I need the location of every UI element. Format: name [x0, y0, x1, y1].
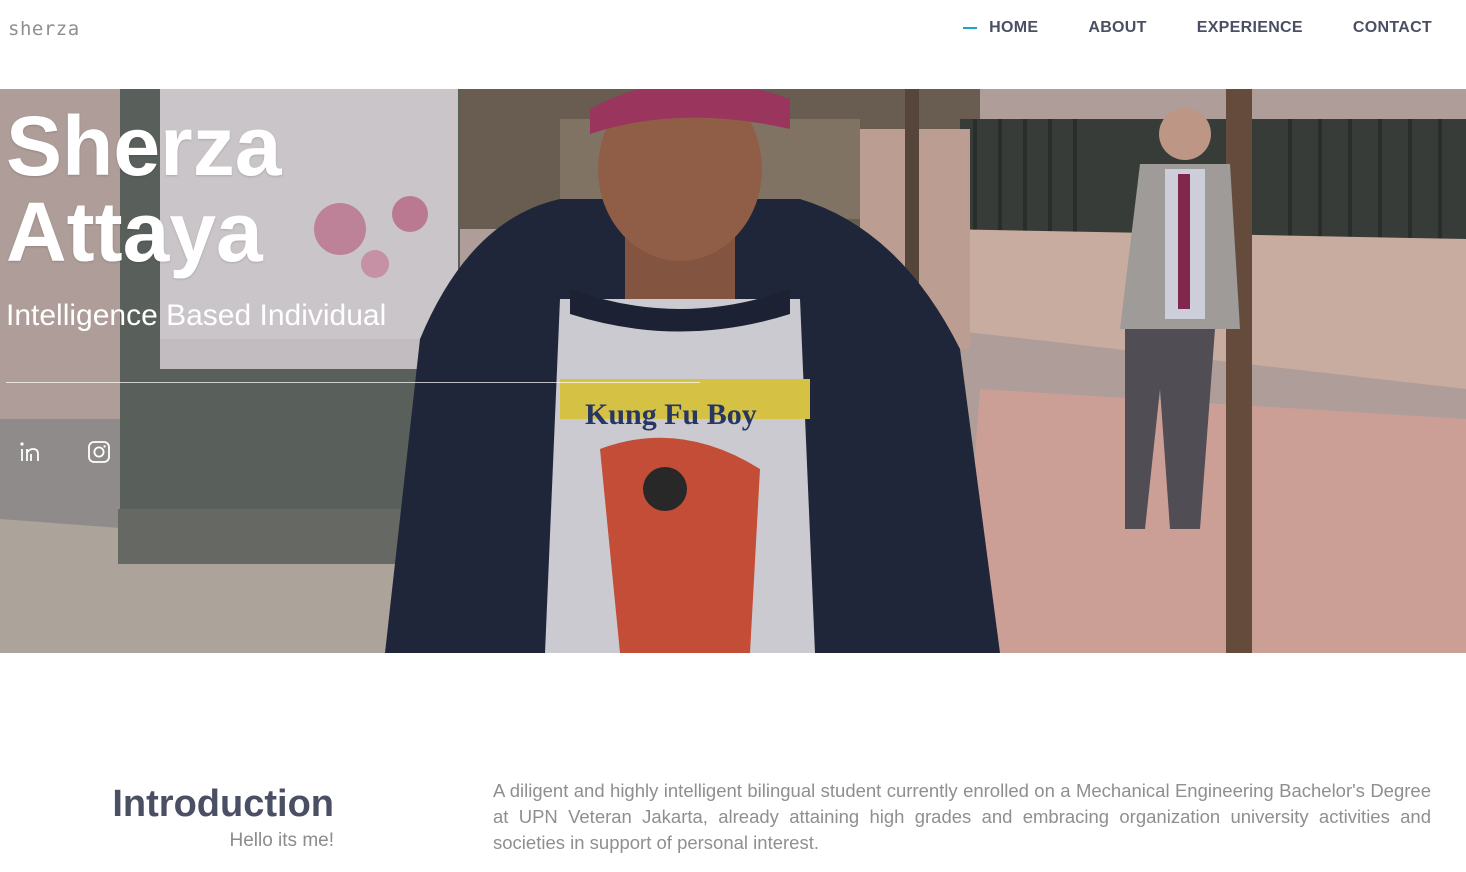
- instagram-link[interactable]: [86, 439, 112, 465]
- nav-experience[interactable]: EXPERIENCE: [1197, 19, 1303, 37]
- site-logo[interactable]: sherza: [8, 18, 80, 40]
- hero-name: Sherza Attaya: [6, 103, 281, 275]
- intro-heading-block: Introduction Hello its me!: [112, 782, 334, 852]
- nav-home[interactable]: HOME: [963, 19, 1038, 37]
- linkedin-icon: [20, 442, 39, 461]
- social-links: [18, 439, 154, 465]
- site-header: sherza HOME ABOUT EXPERIENCE CONTACT: [0, 0, 1466, 89]
- instagram-icon: [88, 441, 110, 463]
- hero-name-first: Sherza: [6, 99, 282, 193]
- intro-subtitle: Hello its me!: [229, 830, 334, 851]
- hero-tagline: Intelligence Based Individual: [6, 299, 387, 332]
- hero-name-last: Attaya: [6, 185, 263, 279]
- intro-body: A diligent and highly intelligent biling…: [493, 780, 1431, 853]
- hero-section: Kung Fu Boy Sherza Attaya Intelligence B…: [0, 89, 1466, 653]
- linkedin-link[interactable]: [18, 439, 44, 465]
- intro-title: Introduction: [112, 783, 334, 825]
- hero-divider: [6, 382, 700, 383]
- main-nav: HOME ABOUT EXPERIENCE CONTACT: [939, 19, 1432, 37]
- nav-about[interactable]: ABOUT: [1088, 19, 1146, 37]
- nav-contact[interactable]: CONTACT: [1353, 19, 1432, 37]
